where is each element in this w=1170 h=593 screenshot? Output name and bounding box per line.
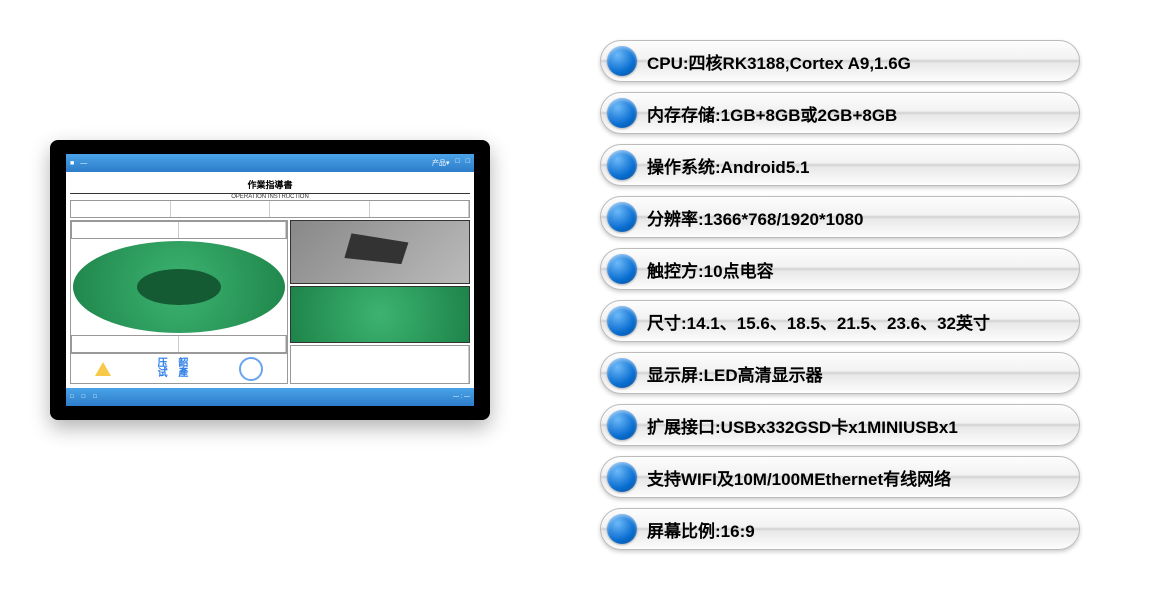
spec-item: 分辨率:1366*768/1920*1080 [600, 196, 1080, 238]
footer-item: □ [93, 394, 97, 400]
doc-info-table [70, 200, 470, 218]
bullet-icon [607, 46, 637, 76]
doc-notes [290, 345, 470, 384]
topbar-item: □ [466, 158, 470, 168]
spec-label: 内存存储:1GB+8GB或2GB+8GB [647, 101, 897, 126]
bullet-icon [607, 358, 637, 388]
app-footer: □ □ □ — : — [66, 388, 474, 406]
doc-row [71, 221, 287, 239]
topbar-item: □ [456, 158, 460, 168]
topbar-item: ■ [70, 160, 74, 167]
topbar-item: — [80, 160, 87, 167]
stamp-text: 压 韶 试 產 [158, 359, 193, 379]
doc-left-column: 压 韶 试 產 [70, 220, 288, 384]
video-thumbnail [290, 220, 470, 284]
spec-label: 操作系统:Android5.1 [647, 153, 809, 178]
document-content: 作業指導書 OPERATION INSTRUCTION 压 韶 试 產 [66, 172, 474, 388]
doc-title: 作業指導書 [70, 176, 470, 194]
bullet-icon [607, 410, 637, 440]
topbar-left: ■ — [70, 160, 87, 167]
spec-label: 显示屏:LED高清显示器 [647, 361, 823, 386]
tablet-screen: ■ — 产品▾ □ □ 作業指導書 OPERATION INSTRUCTION [66, 154, 474, 406]
app-topbar: ■ — 产品▾ □ □ [66, 154, 474, 172]
spec-item: 尺寸:14.1、15.6、18.5、21.5、23.6、32英寸 [600, 300, 1080, 342]
stamp-row: 压 韶 试 產 [71, 353, 287, 383]
warning-icon [95, 362, 111, 376]
spec-label: 扩展接口:USBx332GSD卡x1MINIUSBx1 [647, 413, 958, 438]
bullet-icon [607, 150, 637, 180]
spec-item: 显示屏:LED高清显示器 [600, 352, 1080, 394]
bullet-icon [607, 514, 637, 544]
topbar-item: 产品▾ [432, 158, 450, 168]
tablet-device-frame: ■ — 产品▾ □ □ 作業指導書 OPERATION INSTRUCTION [50, 140, 490, 420]
specifications-list: CPU:四核RK3188,Cortex A9,1.6G 内存存储:1GB+8GB… [540, 40, 1100, 550]
topbar-right: 产品▾ □ □ [432, 158, 470, 168]
footer-item: □ [70, 394, 74, 400]
spec-item: 扩展接口:USBx332GSD卡x1MINIUSBx1 [600, 404, 1080, 446]
spec-label: 屏幕比例:16:9 [647, 517, 755, 542]
doc-right-column [290, 220, 470, 384]
bullet-icon [607, 98, 637, 128]
spec-label: 尺寸:14.1、15.6、18.5、21.5、23.6、32英寸 [647, 309, 990, 334]
spec-label: 分辨率:1366*768/1920*1080 [647, 205, 863, 230]
doc-row [71, 335, 287, 353]
footer-time: — : — [453, 394, 470, 400]
spec-item: CPU:四核RK3188,Cortex A9,1.6G [600, 40, 1080, 82]
component-image [73, 241, 285, 333]
product-image-panel: ■ — 产品▾ □ □ 作業指導書 OPERATION INSTRUCTION [0, 40, 540, 420]
footer-item: □ [82, 394, 86, 400]
spec-item: 内存存储:1GB+8GB或2GB+8GB [600, 92, 1080, 134]
bullet-icon [607, 306, 637, 336]
spec-item: 屏幕比例:16:9 [600, 508, 1080, 550]
doc-body: 压 韶 试 產 [70, 220, 470, 384]
spec-label: 支持WIFI及10M/100MEthernet有线网络 [647, 465, 951, 490]
bullet-icon [607, 254, 637, 284]
component-image-small [290, 286, 470, 343]
bullet-icon [607, 462, 637, 492]
bullet-icon [607, 202, 637, 232]
spec-item: 支持WIFI及10M/100MEthernet有线网络 [600, 456, 1080, 498]
stamp-icon [239, 357, 263, 381]
spec-label: 触控方:10点电容 [647, 257, 774, 282]
spec-item: 触控方:10点电容 [600, 248, 1080, 290]
spec-label: CPU:四核RK3188,Cortex A9,1.6G [647, 49, 911, 74]
spec-item: 操作系统:Android5.1 [600, 144, 1080, 186]
